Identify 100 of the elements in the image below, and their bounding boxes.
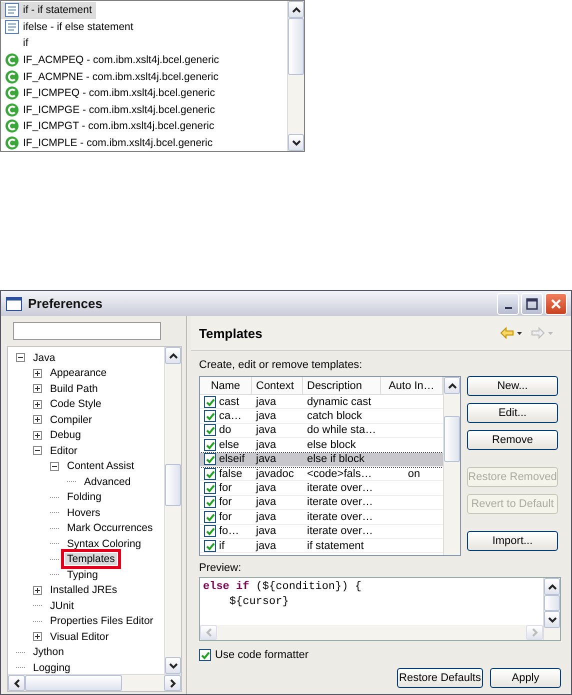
checkbox[interactable]	[204, 540, 216, 552]
tree-item[interactable]: Content Assist	[65, 460, 136, 472]
checkbox[interactable]	[199, 649, 211, 661]
checkbox[interactable]	[204, 396, 216, 408]
expand-icon[interactable]	[33, 415, 42, 424]
tree-item[interactable]: Templates	[65, 553, 117, 566]
completion-item[interactable]: if - if statement	[1, 2, 96, 19]
tree-item[interactable]: Hovers	[65, 506, 102, 519]
button[interactable]: Apply	[490, 668, 561, 688]
table-row[interactable]: cast java dynamic cast	[200, 395, 443, 410]
tree-item[interactable]: Build Path	[48, 382, 100, 395]
minimize-button[interactable]	[497, 292, 519, 314]
scroll-up-button[interactable]	[165, 347, 181, 364]
column-header[interactable]: Description	[303, 377, 381, 394]
checkbox[interactable]	[204, 468, 216, 480]
checkbox[interactable]	[204, 410, 216, 422]
table-cell: ca…	[219, 410, 242, 422]
tree-item[interactable]: Debug	[48, 429, 83, 442]
table-row[interactable]: ca… java catch block	[200, 409, 443, 424]
dropdown-caret-icon[interactable]	[517, 332, 522, 334]
completion-item[interactable]: IF_ICMPEQ - com.ibm.xslt4j.bcel.generic	[1, 84, 219, 102]
scrollbar[interactable]	[543, 578, 560, 640]
expand-icon[interactable]	[33, 368, 42, 378]
scroll-left-button[interactable]	[8, 675, 25, 691]
button[interactable]: Edit...	[467, 403, 558, 423]
tree-item[interactable]: Folding	[65, 491, 104, 504]
expand-icon[interactable]	[33, 430, 42, 440]
button[interactable]: Remove	[467, 430, 558, 450]
scroll-down-button[interactable]	[544, 611, 560, 628]
tree-item[interactable]: Properties Files Editor	[48, 615, 156, 628]
tree-item[interactable]: Logging	[31, 662, 72, 674]
scroll-right-button[interactable]	[164, 675, 181, 691]
completion-item[interactable]: IF_ACMPEQ - com.ibm.xslt4j.bcel.generic	[1, 52, 224, 68]
checkbox[interactable]	[204, 438, 216, 451]
expand-icon[interactable]	[33, 632, 42, 642]
column-header[interactable]: Context	[252, 377, 303, 394]
scroll-thumb[interactable]	[25, 675, 122, 691]
checkbox[interactable]	[204, 453, 216, 466]
completion-item[interactable]: IF_ICMPLE - com.ibm.xslt4j.bcel.generic	[1, 134, 217, 151]
checkbox[interactable]	[204, 482, 216, 494]
checkbox[interactable]	[204, 424, 216, 436]
tree-item[interactable]: Visual Editor	[48, 630, 111, 643]
collapse-icon[interactable]	[50, 462, 59, 471]
scroll-thumb[interactable]	[288, 18, 304, 75]
tree-item[interactable]: Editor	[48, 444, 80, 457]
table-row[interactable]: elseif java else if block	[200, 452, 443, 467]
scroll-thumb[interactable]	[444, 416, 460, 462]
table-row[interactable]: for java iterate over…	[200, 481, 443, 496]
tree-item[interactable]: Syntax Coloring	[65, 538, 144, 550]
scrollbar[interactable]	[8, 674, 181, 691]
collapse-icon[interactable]	[16, 353, 25, 362]
completion-item[interactable]: ifelse - if else statement	[1, 18, 138, 36]
column-header[interactable]: Name	[200, 377, 252, 394]
tree-item[interactable]: Mark Occurrences	[65, 522, 155, 534]
tree-item[interactable]: Advanced	[82, 476, 133, 488]
button[interactable]: New...	[467, 376, 558, 396]
table-row[interactable]: do java do while sta…	[200, 424, 443, 438]
button[interactable]: Restore Defaults	[397, 668, 483, 688]
close-button[interactable]	[545, 292, 567, 314]
filter-field[interactable]	[13, 322, 161, 340]
table-cell-text: else block	[306, 438, 357, 452]
expand-icon[interactable]	[33, 586, 42, 595]
scroll-up-button[interactable]	[444, 377, 460, 394]
completion-item[interactable]: IF_ICMPGE - com.ibm.xslt4j.bcel.generic	[1, 102, 219, 118]
table-row[interactable]: for java iterate over…	[200, 496, 443, 510]
scroll-down-button[interactable]	[288, 134, 304, 151]
table-row[interactable]: fo… java iterate over…	[200, 524, 443, 539]
class-icon	[5, 70, 19, 84]
tree-item[interactable]: Java	[31, 352, 58, 364]
tree-item[interactable]: JUnit	[48, 600, 76, 612]
scrollbar[interactable]	[287, 1, 304, 151]
tree-item[interactable]: Compiler	[48, 414, 94, 426]
checkbox[interactable]	[204, 496, 216, 508]
completion-item[interactable]: IF_ACMPNE - com.ibm.xslt4j.bcel.generic	[1, 68, 222, 85]
scroll-up-button[interactable]	[288, 1, 304, 18]
completion-item[interactable]: IF_ICMPGT - com.ibm.xslt4j.bcel.generic	[1, 118, 218, 135]
button[interactable]: Import...	[467, 531, 558, 551]
tree-item[interactable]: Jython	[31, 646, 66, 658]
scroll-up-button[interactable]	[544, 578, 560, 595]
tree-item[interactable]: Appearance	[48, 367, 109, 380]
tree-item[interactable]: Code Style	[48, 398, 104, 410]
scroll-thumb[interactable]	[165, 464, 181, 506]
checkmark-icon	[205, 497, 215, 508]
table-row[interactable]: for java iterate over…	[200, 510, 443, 525]
table-cell-text: java	[254, 409, 278, 423]
completion-item[interactable]: if	[1, 35, 32, 52]
checkbox[interactable]	[204, 525, 216, 538]
scrollbar[interactable]	[443, 377, 460, 555]
expand-icon[interactable]	[33, 384, 42, 394]
collapse-icon[interactable]	[33, 446, 42, 456]
tree-item[interactable]: Typing	[65, 568, 100, 581]
table-row[interactable]: false javadoc <code>fals… on	[200, 466, 443, 482]
scroll-down-button[interactable]	[165, 657, 181, 674]
scrollbar[interactable]	[164, 347, 181, 674]
table-row[interactable]: if java if statement	[200, 538, 443, 554]
expand-icon[interactable]	[33, 400, 42, 409]
maximize-button[interactable]	[521, 292, 543, 314]
tree-item[interactable]: Installed JREs	[48, 584, 120, 596]
scroll-thumb[interactable]	[544, 595, 560, 611]
checkbox[interactable]	[204, 510, 216, 523]
